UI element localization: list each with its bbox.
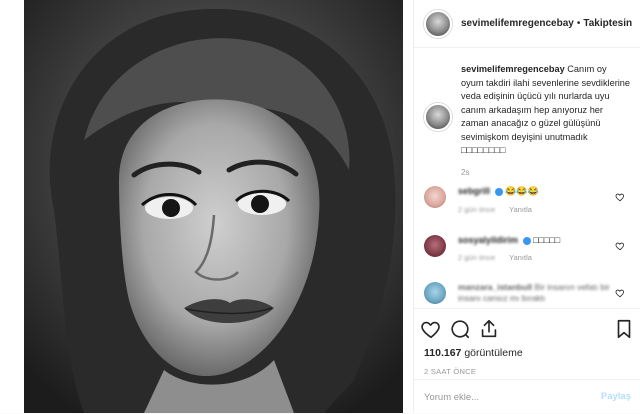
header-username[interactable]: sevimelifemregencebay (461, 18, 574, 29)
comment-input[interactable] (424, 389, 584, 405)
caption-time[interactable]: 2s (461, 166, 631, 180)
comment-username[interactable]: sosyalyildirim (458, 235, 518, 245)
caption-text: Canım oy oyum takdiri ilahi sevenlerine … (461, 64, 631, 155)
comment-like-heart-icon[interactable] (615, 241, 625, 251)
post-actions: 110.167 görüntüleme 2 SAAT ÖNCE Paylaş (414, 308, 640, 413)
caption-username[interactable]: sevimelifemregencebay (461, 64, 565, 74)
post-photo[interactable] (24, 0, 403, 413)
comment-avatar[interactable] (424, 235, 446, 257)
comment-item: sebgrill 😂😂😂 2 gün önce Yanıtla (424, 186, 639, 214)
instagram-post: sevimelifemregencebay • Takiptesin sevim… (0, 0, 640, 413)
comment-time[interactable]: 2 gün önce (458, 205, 495, 214)
view-count[interactable]: 110.167 görüntüleme (424, 347, 523, 359)
comment-time[interactable]: 2 gün önce (458, 253, 495, 262)
reply-button[interactable]: Yanıtla (509, 253, 532, 262)
photo-pane (0, 0, 413, 413)
comment-text: 😂😂😂 (505, 186, 539, 196)
comment-icon[interactable] (449, 318, 471, 340)
header-separator: • (576, 18, 581, 29)
bookmark-icon[interactable] (613, 318, 635, 340)
comments-section[interactable]: sevimelifemregencebay Canım oy oyum takd… (414, 49, 640, 307)
following-button[interactable]: Takiptesin (583, 18, 632, 29)
views-number: 110.167 (424, 347, 462, 359)
avatar[interactable] (424, 9, 452, 38)
comment-username[interactable]: sebgrill (458, 186, 490, 196)
caption: sevimelifemregencebay Canım oy oyum takd… (414, 49, 640, 179)
views-label: görüntüleme (464, 347, 523, 359)
verified-badge-icon (494, 187, 503, 196)
comment-like-heart-icon[interactable] (615, 192, 625, 202)
comment-item: sosyalyildirim □□□□□ 2 gün önce Yanıtla (424, 235, 639, 262)
heart-icon[interactable] (420, 318, 442, 340)
caption-avatar[interactable] (424, 103, 452, 131)
reply-button[interactable]: Yanıtla (509, 205, 532, 214)
verified-badge-icon (522, 236, 531, 245)
post-time[interactable]: 2 SAAT ÖNCE (424, 367, 476, 376)
comment-avatar[interactable] (424, 282, 446, 304)
post-header: sevimelifemregencebay • Takiptesin (414, 0, 640, 48)
comment-like-heart-icon[interactable] (615, 288, 625, 298)
post-comment-button[interactable]: Paylaş (601, 391, 631, 402)
comment-avatar[interactable] (424, 186, 446, 208)
comment-text: □□□□□ (533, 235, 561, 245)
comment-username[interactable]: manzara_istanbull (458, 282, 532, 292)
comment-item: manzara_istanbull Bir insanın vefatı bir… (424, 282, 639, 304)
share-icon[interactable] (478, 318, 500, 340)
post-sidebar: sevimelifemregencebay • Takiptesin sevim… (413, 0, 640, 413)
add-comment-bar: Paylaş (414, 379, 640, 414)
